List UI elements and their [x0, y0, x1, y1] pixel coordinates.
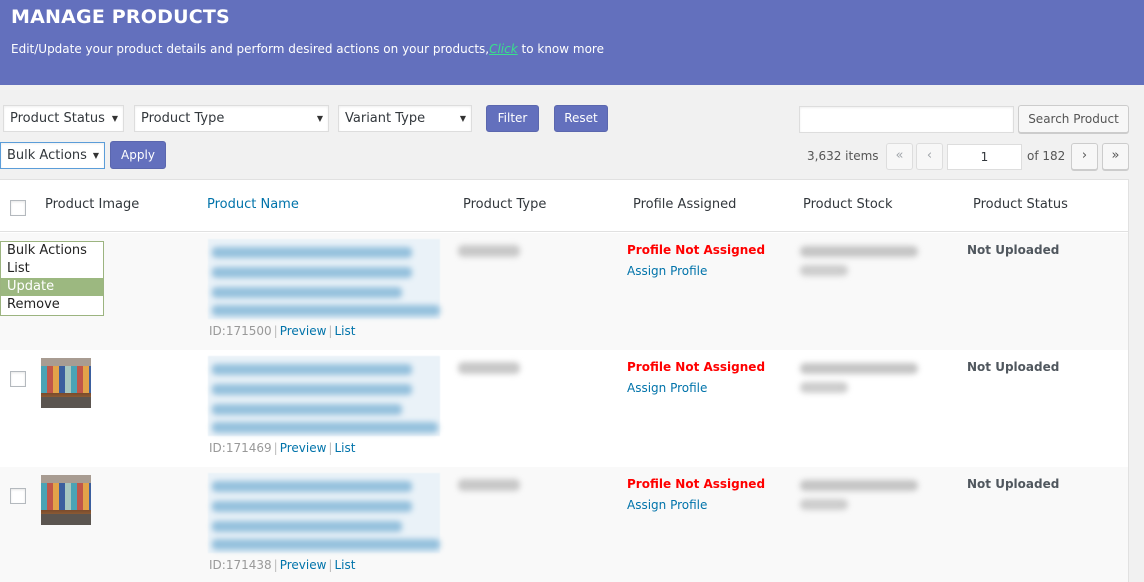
chevron-down-icon: ▼: [92, 151, 99, 160]
product-stock-value: [800, 246, 918, 257]
assign-profile-link[interactable]: Assign Profile: [627, 264, 707, 278]
product-stock-value-2: [800, 499, 848, 510]
table-header: Product Image Product Name Product Type …: [0, 180, 1128, 232]
table-row: ID:171438 | Preview | List Profile Not Assig…: [0, 467, 1128, 582]
product-thumbnail[interactable]: [41, 475, 91, 525]
preview-link[interactable]: Preview: [280, 324, 327, 338]
product-stock-value-2: [800, 382, 848, 393]
search-input[interactable]: [799, 106, 1014, 133]
col-product-type: Product Type: [463, 197, 547, 212]
row-actions: ID:171469 | Preview | List: [209, 441, 356, 455]
total-pages: of 182: [1027, 149, 1066, 163]
items-count: 3,632 items: [807, 149, 879, 163]
product-type-select[interactable]: Product Type ▼: [134, 105, 329, 132]
bulk-option-update[interactable]: Update: [1, 278, 103, 296]
profile-status: Profile Not Assigned: [627, 477, 766, 491]
product-id: ID:171438: [209, 558, 272, 572]
preview-link[interactable]: Preview: [280, 558, 327, 572]
know-more-link[interactable]: Click: [489, 42, 518, 56]
product-stock-value-2: [800, 265, 848, 276]
product-type-value: [458, 245, 520, 257]
bulk-actions-select[interactable]: Bulk Actions ▼: [0, 142, 105, 169]
row-checkbox[interactable]: [10, 371, 26, 387]
first-page-button[interactable]: «: [886, 143, 913, 170]
product-status-value: Not Uploaded: [967, 243, 1060, 257]
product-status-value: Not Uploaded: [967, 360, 1060, 374]
last-page-button[interactable]: »: [1102, 143, 1129, 170]
filter-button[interactable]: Filter: [486, 105, 539, 132]
preview-link[interactable]: Preview: [280, 441, 327, 455]
bulk-actions-dropdown: Bulk Actions List Update Remove: [0, 241, 104, 316]
search-product-button[interactable]: Search Product: [1018, 105, 1129, 133]
chevron-down-icon: ▼: [459, 114, 466, 123]
chevron-down-icon: ▼: [316, 114, 323, 123]
list-link[interactable]: List: [334, 441, 355, 455]
subtitle-text: Edit/Update your product details and per…: [11, 42, 490, 56]
page-header: MANAGE PRODUCTS Edit/Update your product…: [0, 0, 1144, 85]
current-page-input[interactable]: 1: [947, 144, 1022, 170]
product-name-link[interactable]: [208, 356, 440, 436]
product-type-value: [458, 479, 520, 491]
col-profile-assigned: Profile Assigned: [633, 197, 737, 212]
col-product-name[interactable]: Product Name: [207, 197, 299, 212]
list-link[interactable]: List: [334, 324, 355, 338]
profile-status: Profile Not Assigned: [627, 360, 766, 374]
product-type-value: Product Type: [141, 111, 225, 126]
product-status-value: Product Status: [10, 111, 105, 126]
product-status-select[interactable]: Product Status ▼: [3, 105, 124, 132]
row-actions: ID:171500 | Preview | List: [209, 324, 356, 338]
product-stock-value: [800, 363, 918, 374]
variant-type-select[interactable]: Variant Type ▼: [338, 105, 472, 132]
product-type-value: [458, 362, 520, 374]
list-link[interactable]: List: [334, 558, 355, 572]
product-thumbnail[interactable]: [41, 358, 91, 408]
row-actions: ID:171438 | Preview | List: [209, 558, 356, 572]
bulk-option-list[interactable]: List: [1, 260, 103, 278]
reset-button[interactable]: Reset: [554, 105, 608, 132]
prev-page-button[interactable]: ‹: [916, 143, 943, 170]
bulk-option-bulk-actions[interactable]: Bulk Actions: [1, 242, 103, 260]
product-status-value: Not Uploaded: [967, 477, 1060, 491]
table-row: ID:171469 | Preview | List Profile Not Assig…: [0, 350, 1128, 467]
col-product-status: Product Status: [973, 197, 1068, 212]
products-table: Product Image Product Name Product Type …: [0, 179, 1129, 582]
variant-type-value: Variant Type: [345, 111, 426, 126]
bulk-option-remove[interactable]: Remove: [1, 296, 103, 314]
profile-status: Profile Not Assigned: [627, 243, 766, 257]
assign-profile-link[interactable]: Assign Profile: [627, 498, 707, 512]
next-page-button[interactable]: ›: [1071, 143, 1098, 170]
chevron-down-icon: ▼: [111, 114, 118, 123]
page-title: MANAGE PRODUCTS: [11, 6, 230, 28]
table-row: ID:171500 | Preview | List Profile Not Assig…: [0, 233, 1128, 350]
row-checkbox[interactable]: [10, 488, 26, 504]
product-id: ID:171469: [209, 441, 272, 455]
col-product-stock: Product Stock: [803, 197, 893, 212]
subtitle-text-end: to know more: [517, 42, 604, 56]
product-name-link[interactable]: [208, 239, 440, 319]
apply-button[interactable]: Apply: [110, 141, 166, 169]
product-stock-value: [800, 480, 918, 491]
assign-profile-link[interactable]: Assign Profile: [627, 381, 707, 395]
col-product-image: Product Image: [45, 197, 140, 212]
select-all-checkbox[interactable]: [10, 200, 26, 216]
product-id: ID:171500: [209, 324, 272, 338]
product-name-link[interactable]: [208, 473, 440, 553]
page-subtitle: Edit/Update your product details and per…: [11, 42, 604, 56]
bulk-actions-value: Bulk Actions: [7, 148, 87, 163]
